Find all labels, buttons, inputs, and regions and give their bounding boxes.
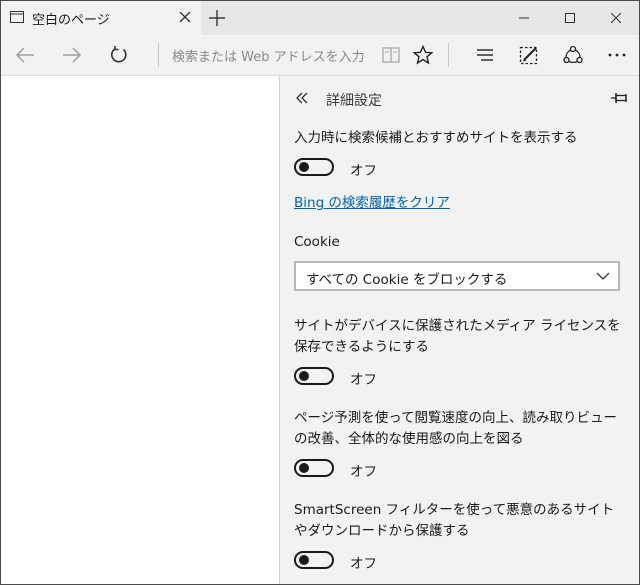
refresh-icon <box>111 46 127 63</box>
hub-icon <box>477 49 493 61</box>
forward-button[interactable] <box>58 41 86 69</box>
setting-label-media-licenses: サイトがデバイスに保護されたメディア ライセンスを保存できるようにする <box>294 318 621 355</box>
chevron-down-icon <box>596 272 610 280</box>
panel-title: 詳細設定 <box>326 93 382 109</box>
browser-window: 空白のページ 検索または Web アドレスを入力 詳細設定 入力時に検索候補とお… <box>0 0 640 585</box>
navigation-toolbar: 検索または Web アドレスを入力 <box>1 35 639 76</box>
panel-header: 詳細設定 <box>280 76 639 120</box>
more-icon <box>608 53 626 57</box>
page-icon <box>10 11 24 23</box>
advanced-settings-panel: 詳細設定 入力時に検索候補とおすすめサイトを表示する オフ Bing の検索履歴… <box>279 76 639 584</box>
setting-label-search-suggestions: 入力時に検索候補とおすすめサイトを表示する <box>294 130 578 146</box>
pin-icon[interactable] <box>610 91 628 105</box>
cookie-select-value: すべての Cookie をブロックする <box>306 272 508 288</box>
maximize-icon <box>565 13 575 23</box>
tab-title: 空白のページ <box>32 13 110 28</box>
cookie-select[interactable]: すべての Cookie をブロックする <box>294 261 620 291</box>
toggle-knob <box>299 371 309 381</box>
new-tab-icon[interactable] <box>208 9 226 27</box>
minimize-button[interactable] <box>501 1 547 35</box>
share-icon <box>563 45 583 64</box>
arrow-left-icon <box>15 47 34 63</box>
star-icon <box>413 45 433 65</box>
toggle-state-label: オフ <box>350 556 377 572</box>
reading-view-button[interactable] <box>377 41 405 69</box>
toggle-state-label: オフ <box>350 163 377 179</box>
setting-label-smartscreen: SmartScreen フィルターを使って悪意のあるサイトやダウンロードから保護… <box>294 502 615 539</box>
refresh-button[interactable] <box>105 41 133 69</box>
toggle-state-label: オフ <box>350 372 377 388</box>
toggle-knob <box>299 463 309 473</box>
toggle-media-licenses[interactable] <box>294 367 334 385</box>
book-icon <box>382 47 400 63</box>
back-button[interactable] <box>11 41 39 69</box>
cookie-label: Cookie <box>294 234 340 250</box>
close-icon <box>611 13 621 23</box>
double-chevron-left-icon[interactable] <box>294 90 310 106</box>
setting-label-page-prediction: ページ予測を使って閲覧速度の向上、読み取りビューの改善、全体的な使用感の向上を図… <box>294 410 618 447</box>
minimize-icon <box>519 17 529 19</box>
toolbar-divider <box>448 43 449 67</box>
toggle-search-suggestions[interactable] <box>294 158 334 176</box>
toggle-knob <box>299 162 309 172</box>
toggle-knob <box>299 555 309 565</box>
arrow-right-icon <box>63 47 82 63</box>
close-window-button[interactable] <box>593 1 639 35</box>
page-content <box>1 76 279 584</box>
toggle-state-label: オフ <box>350 464 377 480</box>
toolbar-divider <box>158 43 159 67</box>
hub-button[interactable] <box>471 41 499 69</box>
address-bar[interactable]: 検索または Web アドレスを入力 <box>172 46 365 65</box>
more-button[interactable] <box>603 41 631 69</box>
tab-bar: 空白のページ <box>1 1 639 35</box>
toggle-page-prediction[interactable] <box>294 459 334 477</box>
web-note-icon <box>519 46 538 65</box>
maximize-button[interactable] <box>547 1 593 35</box>
share-button[interactable] <box>559 41 587 69</box>
clear-bing-history-link[interactable]: Bing の検索履歴をクリア <box>294 191 450 211</box>
tab-blank-page[interactable]: 空白のページ <box>1 1 201 35</box>
favorite-button[interactable] <box>409 41 437 69</box>
close-tab-icon[interactable] <box>179 11 191 23</box>
toggle-smartscreen[interactable] <box>294 551 334 569</box>
web-note-button[interactable] <box>515 41 543 69</box>
